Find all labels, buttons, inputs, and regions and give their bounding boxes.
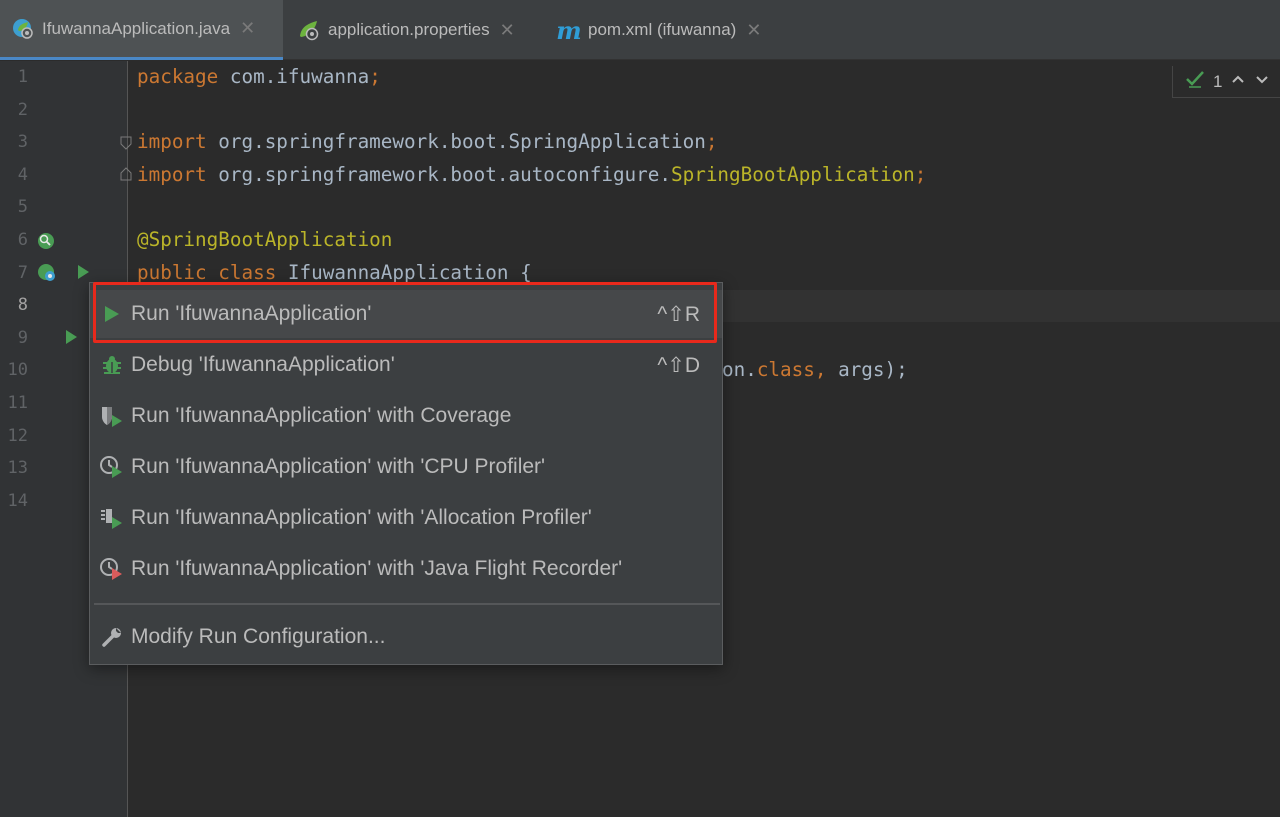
- chevron-up-icon[interactable]: [1230, 71, 1246, 92]
- menu-item-debug[interactable]: Debug 'IfuwannaApplication' ^⇧D: [90, 341, 722, 389]
- menu-item-run-allocation-profiler[interactable]: Run 'IfuwannaApplication' with 'Allocati…: [90, 494, 722, 542]
- allocation-profiler-icon: [100, 506, 124, 530]
- line-number: 10: [7, 360, 28, 381]
- line-number: 5: [17, 197, 28, 218]
- line-number: 13: [7, 458, 28, 479]
- line-number: 2: [17, 99, 28, 120]
- menu-separator: [94, 603, 720, 605]
- close-icon[interactable]: ✕: [240, 18, 255, 39]
- menu-item-run-flight-recorder[interactable]: Run 'IfuwannaApplication' with 'Java Fli…: [90, 545, 722, 593]
- code-line-3: import org.springframework.boot.SpringAp…: [137, 130, 718, 154]
- code-line-10-tail: on.class, args);: [722, 358, 908, 382]
- tab-ifuwanna-application-java[interactable]: IfuwannaApplication.java ✕: [0, 0, 283, 60]
- line-number: 6: [17, 230, 28, 250]
- run-gutter-icon[interactable]: [76, 264, 90, 280]
- menu-item-run-coverage[interactable]: Run 'IfuwannaApplication' with Coverage: [90, 392, 722, 440]
- close-icon[interactable]: ✕: [500, 20, 515, 41]
- inspection-count: 1: [1213, 71, 1223, 91]
- spring-boot-class-icon: [10, 16, 36, 42]
- tab-label: pom.xml (ifuwanna): [588, 20, 737, 39]
- chevron-down-icon[interactable]: [1254, 71, 1270, 92]
- flight-recorder-icon: [100, 557, 124, 581]
- close-icon[interactable]: ✕: [746, 20, 761, 41]
- spring-boot-app-icon[interactable]: [36, 262, 58, 284]
- shortcut: ^⇧D: [657, 353, 700, 377]
- menu-item-run-cpu-profiler[interactable]: Run 'IfuwannaApplication' with 'CPU Prof…: [90, 443, 722, 491]
- line-number: 4: [17, 164, 28, 185]
- spring-bean-search-icon[interactable]: [36, 231, 56, 251]
- coverage-icon: [100, 404, 124, 428]
- maven-icon: m: [556, 15, 582, 45]
- menu-item-modify-run-configuration[interactable]: Modify Run Configuration...: [90, 613, 722, 661]
- line-number: 9: [17, 327, 28, 348]
- line-number: 3: [17, 132, 28, 153]
- fold-end-icon[interactable]: [120, 167, 132, 181]
- line-number: 8: [17, 295, 28, 316]
- cpu-profiler-icon: [100, 455, 124, 479]
- code-line-4: import org.springframework.boot.autoconf…: [137, 162, 927, 186]
- spring-properties-icon: [296, 17, 322, 43]
- run-gutter-icon[interactable]: [64, 329, 78, 345]
- tab-label: IfuwannaApplication.java: [42, 18, 231, 38]
- code-line-6: @SpringBootApplication: [137, 228, 393, 251]
- line-number: 12: [7, 425, 28, 446]
- debug-icon: [100, 353, 124, 377]
- highlight-annotation-box: [93, 282, 717, 343]
- tab-label: application.properties: [328, 20, 490, 39]
- line-number: 1: [17, 67, 28, 87]
- line-number: 14: [7, 490, 28, 511]
- wrench-icon: [100, 625, 124, 649]
- line-number: 11: [7, 393, 28, 413]
- tab-pom-xml[interactable]: m pom.xml (ifuwanna) ✕: [552, 0, 792, 60]
- inspection-ok-icon: [1185, 69, 1205, 94]
- inspection-widget[interactable]: 1: [1172, 66, 1280, 98]
- fold-start-icon[interactable]: [120, 136, 132, 150]
- line-number: 7: [17, 262, 28, 283]
- editor-tab-bar: IfuwannaApplication.java ✕ application.p…: [0, 0, 1280, 60]
- code-line-1: package com.ifuwanna;: [137, 65, 381, 88]
- tab-application-properties[interactable]: application.properties ✕: [290, 0, 545, 60]
